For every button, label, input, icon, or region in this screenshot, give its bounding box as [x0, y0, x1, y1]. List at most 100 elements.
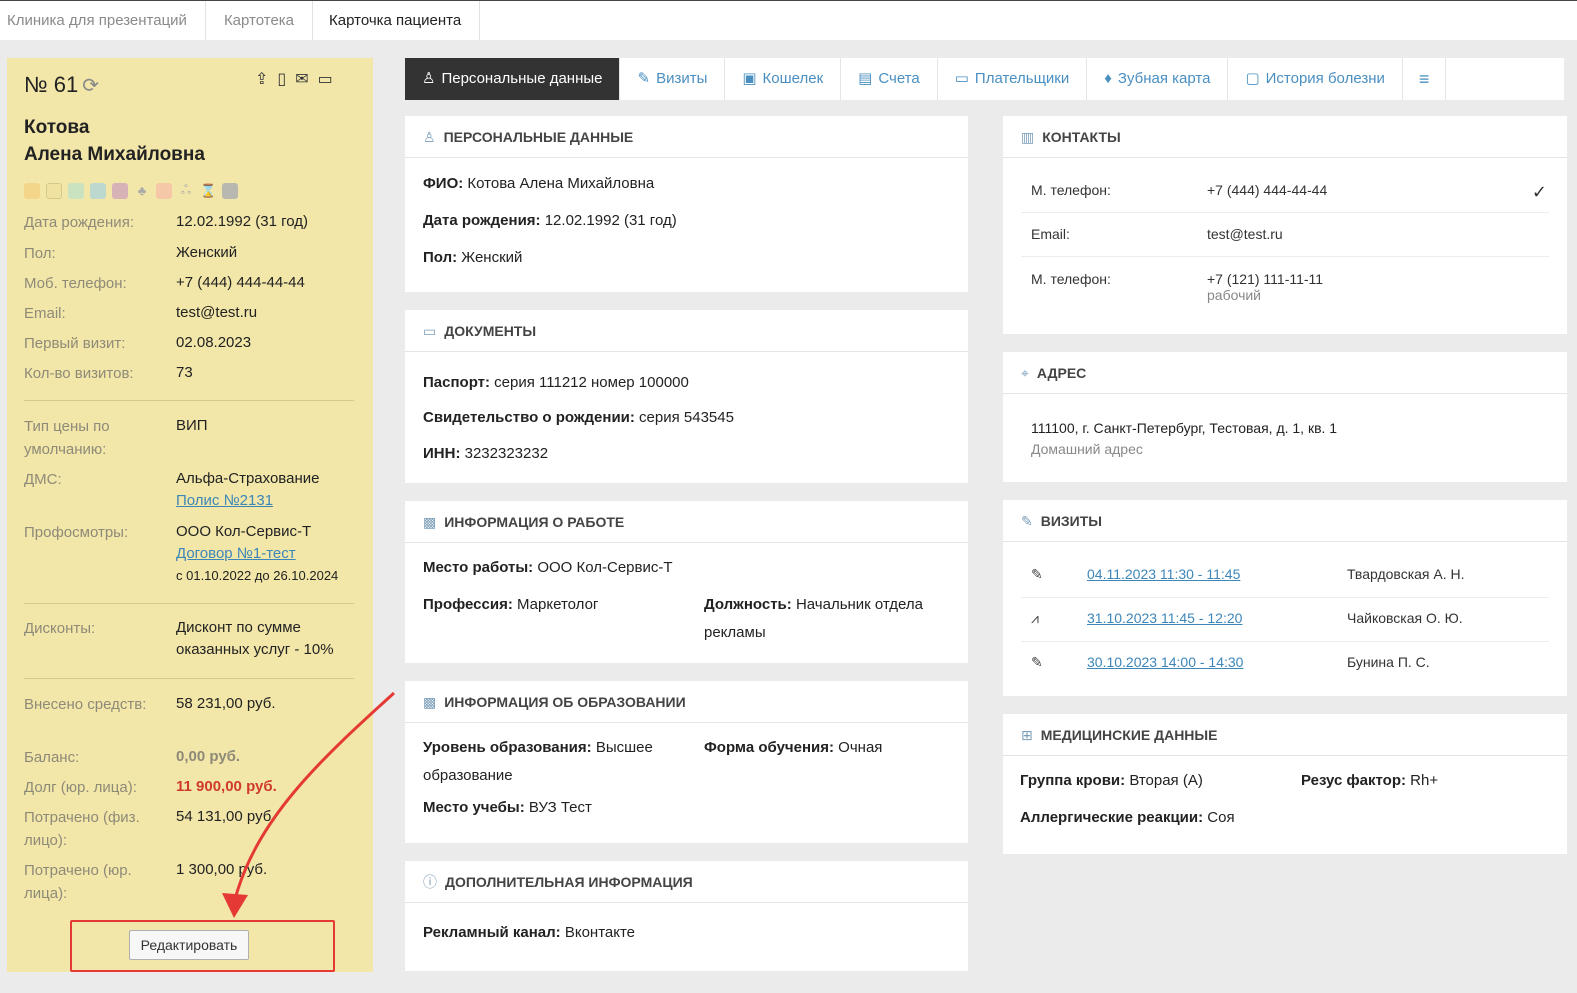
- panel-medical: ⊞ МЕДИЦИНСКИЕ ДАННЫЕ Группа крови: Вторая…: [1003, 714, 1567, 854]
- tag-swatch[interactable]: [68, 182, 84, 199]
- field-first-visit: Первый визит: 02.08.2023: [24, 334, 252, 352]
- panel-header: ⌖ АДРЕС: [1003, 352, 1567, 394]
- briefcase-icon: ▩: [423, 694, 437, 710]
- card-toolbar: ⇪ ▯ ✉ ▭: [255, 69, 333, 89]
- user-icon: ♙: [422, 70, 436, 87]
- field-dob: Дата рождения: 12.02.1992 (31 год): [423, 212, 677, 229]
- tab-dental-chart[interactable]: ♦ Зубная карта: [1087, 58, 1229, 100]
- field-passport: Паспорт: серия 111212 номер 100000: [423, 374, 689, 391]
- contract-link[interactable]: Договор №1-тест: [176, 545, 296, 562]
- pulse-icon: ⩘: [1031, 610, 1039, 626]
- field-allergies: Аллергические реакции: Соя: [1020, 809, 1235, 826]
- tab-invoices[interactable]: ▤ Счета: [841, 58, 938, 100]
- top-tab-clinic[interactable]: Клиника для презентаций: [0, 1, 206, 40]
- top-tab-patient-card[interactable]: Карточка пациента: [313, 1, 481, 40]
- receipt-icon: ▤: [858, 70, 873, 87]
- refresh-icon[interactable]: ⟳: [82, 75, 99, 97]
- tab-visits[interactable]: ✎ Визиты: [620, 58, 726, 100]
- panel-contacts: ▥ КОНТАКТЫ М. телефон: +7 (444) 444-44-44 ✓…: [1003, 116, 1567, 334]
- field-position: Должность: Начальник отдела рекламы: [704, 596, 923, 641]
- tag-swatch[interactable]: [90, 182, 106, 199]
- panel-header: ▥ КОНТАКТЫ: [1003, 116, 1567, 158]
- field-email: Email: test@test.ru: [24, 304, 258, 322]
- visit-link[interactable]: 30.10.2023 14:00 - 14:30: [1087, 654, 1243, 670]
- field-workplace: Место работы: ООО Кол-Сервис-Т: [423, 559, 673, 576]
- briefcase-icon: ▩: [423, 514, 437, 530]
- field-education-level: Уровень образования: Высшее образование: [423, 739, 653, 784]
- field-discounts: Дисконты: Дисконт по сумме оказанных услу…: [24, 619, 334, 658]
- bike-icon[interactable]: ஃ: [178, 182, 194, 199]
- tab-payers[interactable]: ▭ Плательщики: [938, 58, 1088, 100]
- field-study-place: Место учебы: ВУЗ Тест: [423, 799, 592, 816]
- contact-row: М. телефон: +7 (121) 111-11-11 рабочий: [1031, 271, 1324, 303]
- panel-visits: ✎ ВИЗИТЫ ✎ 04.11.2023 11:30 - 11:45 Твардов…: [1003, 500, 1567, 696]
- field-rh-factor: Резус фактор: Rh+: [1301, 772, 1439, 789]
- field-fio: ФИО: Котова Алена Михайловна: [423, 175, 655, 192]
- visit-link[interactable]: 31.10.2023 11:45 - 12:20: [1087, 610, 1242, 626]
- user-icon: ♙: [423, 129, 436, 145]
- edit-button[interactable]: Редактировать: [129, 930, 249, 960]
- tree-icon[interactable]: ♣: [134, 183, 150, 198]
- field-spent-legal: Потрачено (юр. лица): 1 300,00 руб.: [24, 861, 268, 902]
- patient-number: № 61 ⟳: [24, 72, 99, 97]
- edit-icon: ✎: [637, 70, 651, 87]
- field-ad-channel: Рекламный канал: Вконтакте: [423, 924, 636, 941]
- tab-wallet[interactable]: ▣ Кошелек: [725, 58, 842, 100]
- tab-menu[interactable]: ≡: [1403, 58, 1447, 100]
- print-icon[interactable]: ▭: [318, 69, 333, 89]
- field-spent-individual: Потрачено (физ. лицо): 54 131,00 руб.: [24, 808, 276, 849]
- panel-work: ▩ ИНФОРМАЦИЯ О РАБОТЕ Место работы: ООО К…: [405, 501, 968, 663]
- info-icon: ⓘ: [423, 874, 437, 890]
- top-tabs: Клиника для презентаций Картотека Карточ…: [0, 0, 1577, 40]
- divider: [1021, 256, 1549, 257]
- share-icon[interactable]: ⇪: [255, 69, 268, 89]
- address-book-icon: ▥: [1021, 129, 1035, 145]
- section-tabs: ♙ Персональные данные ✎ Визиты ▣ Кошелек ▤ С…: [405, 58, 1564, 100]
- field-debt: Долг (юр. лица): 11 900,00 руб.: [24, 778, 277, 796]
- tab-medical-history[interactable]: ▢ История болезни: [1228, 58, 1403, 100]
- dms-policy-link[interactable]: Полис №2131: [176, 492, 273, 509]
- top-tab-files[interactable]: Картотека: [206, 1, 314, 40]
- medical-kit-icon: ⊞: [1021, 727, 1033, 743]
- menu-icon: ≡: [1418, 69, 1430, 89]
- divider: [1021, 597, 1549, 598]
- tooth-icon: ♦: [1104, 70, 1112, 87]
- panel-additional: ⓘ ДОПОЛНИТЕЛЬНАЯ ИНФОРМАЦИЯ Рекламный кан…: [405, 861, 968, 971]
- tag-swatch[interactable]: [156, 182, 172, 199]
- panel-header: ✎ ВИЗИТЫ: [1003, 500, 1567, 542]
- field-blood-group: Группа крови: Вторая (A): [1020, 772, 1203, 789]
- pencil-icon: ✎: [1031, 566, 1043, 582]
- field-dob: Дата рождения: 12.02.1992 (31 год): [24, 213, 308, 231]
- field-visits-count: Кол-во визитов: 73: [24, 364, 193, 382]
- field-balance: Баланс: 0,00 руб.: [24, 748, 241, 766]
- panel-personal: ♙ ПЕРСОНАЛЬНЫЕ ДАННЫЕ ФИО: Котова Алена М…: [405, 116, 968, 292]
- field-checkups: Профосмотры: ООО Кол-Сервис-Т Договор №1-т…: [24, 523, 339, 583]
- panel-header: ⊞ МЕДИЦИНСКИЕ ДАННЫЕ: [1003, 714, 1567, 756]
- tag-swatch[interactable]: [24, 182, 40, 199]
- contact-row: М. телефон: +7 (444) 444-44-44 ✓: [1031, 182, 1547, 202]
- sms-icon[interactable]: ▯: [277, 69, 286, 89]
- mail-icon[interactable]: ✉: [295, 69, 308, 89]
- field-inn: ИНН: 3232323232: [423, 445, 549, 462]
- field-sex: Пол: Женский: [423, 249, 523, 266]
- hourglass-icon[interactable]: ⌛: [200, 183, 216, 199]
- divider: [1021, 641, 1549, 642]
- visit-link[interactable]: 04.11.2023 11:30 - 11:45: [1087, 566, 1240, 582]
- id-card-icon: ▭: [423, 323, 437, 339]
- tag-swatch[interactable]: [46, 182, 62, 199]
- panel-header: ▭ ДОКУМЕНТЫ: [405, 310, 968, 352]
- clipboard-icon: ▢: [1245, 70, 1260, 87]
- field-price-type: Тип цены по умолчанию: ВИП: [24, 417, 208, 458]
- tag-swatch[interactable]: [112, 182, 128, 199]
- field-profession: Профессия: Маркетолог: [423, 596, 599, 613]
- field-birth-certificate: Свидетельство о рождении: серия 543545: [423, 409, 734, 426]
- panel-header: ♙ ПЕРСОНАЛЬНЫЕ ДАННЫЕ: [405, 116, 968, 158]
- tab-personal[interactable]: ♙ Персональные данные: [405, 58, 621, 100]
- field-study-form: Форма обучения: Очная: [704, 739, 883, 756]
- panel-documents: ▭ ДОКУМЕНТЫ Паспорт: серия 111212 номер 1…: [405, 310, 968, 483]
- patient-name: Котова Алена Михайловна: [24, 117, 205, 165]
- pencil-icon: ✎: [1031, 654, 1043, 670]
- tag-swatch[interactable]: [222, 182, 238, 199]
- panel-header: ⓘ ДОПОЛНИТЕЛЬНАЯ ИНФОРМАЦИЯ: [405, 861, 968, 903]
- divider: [24, 400, 354, 401]
